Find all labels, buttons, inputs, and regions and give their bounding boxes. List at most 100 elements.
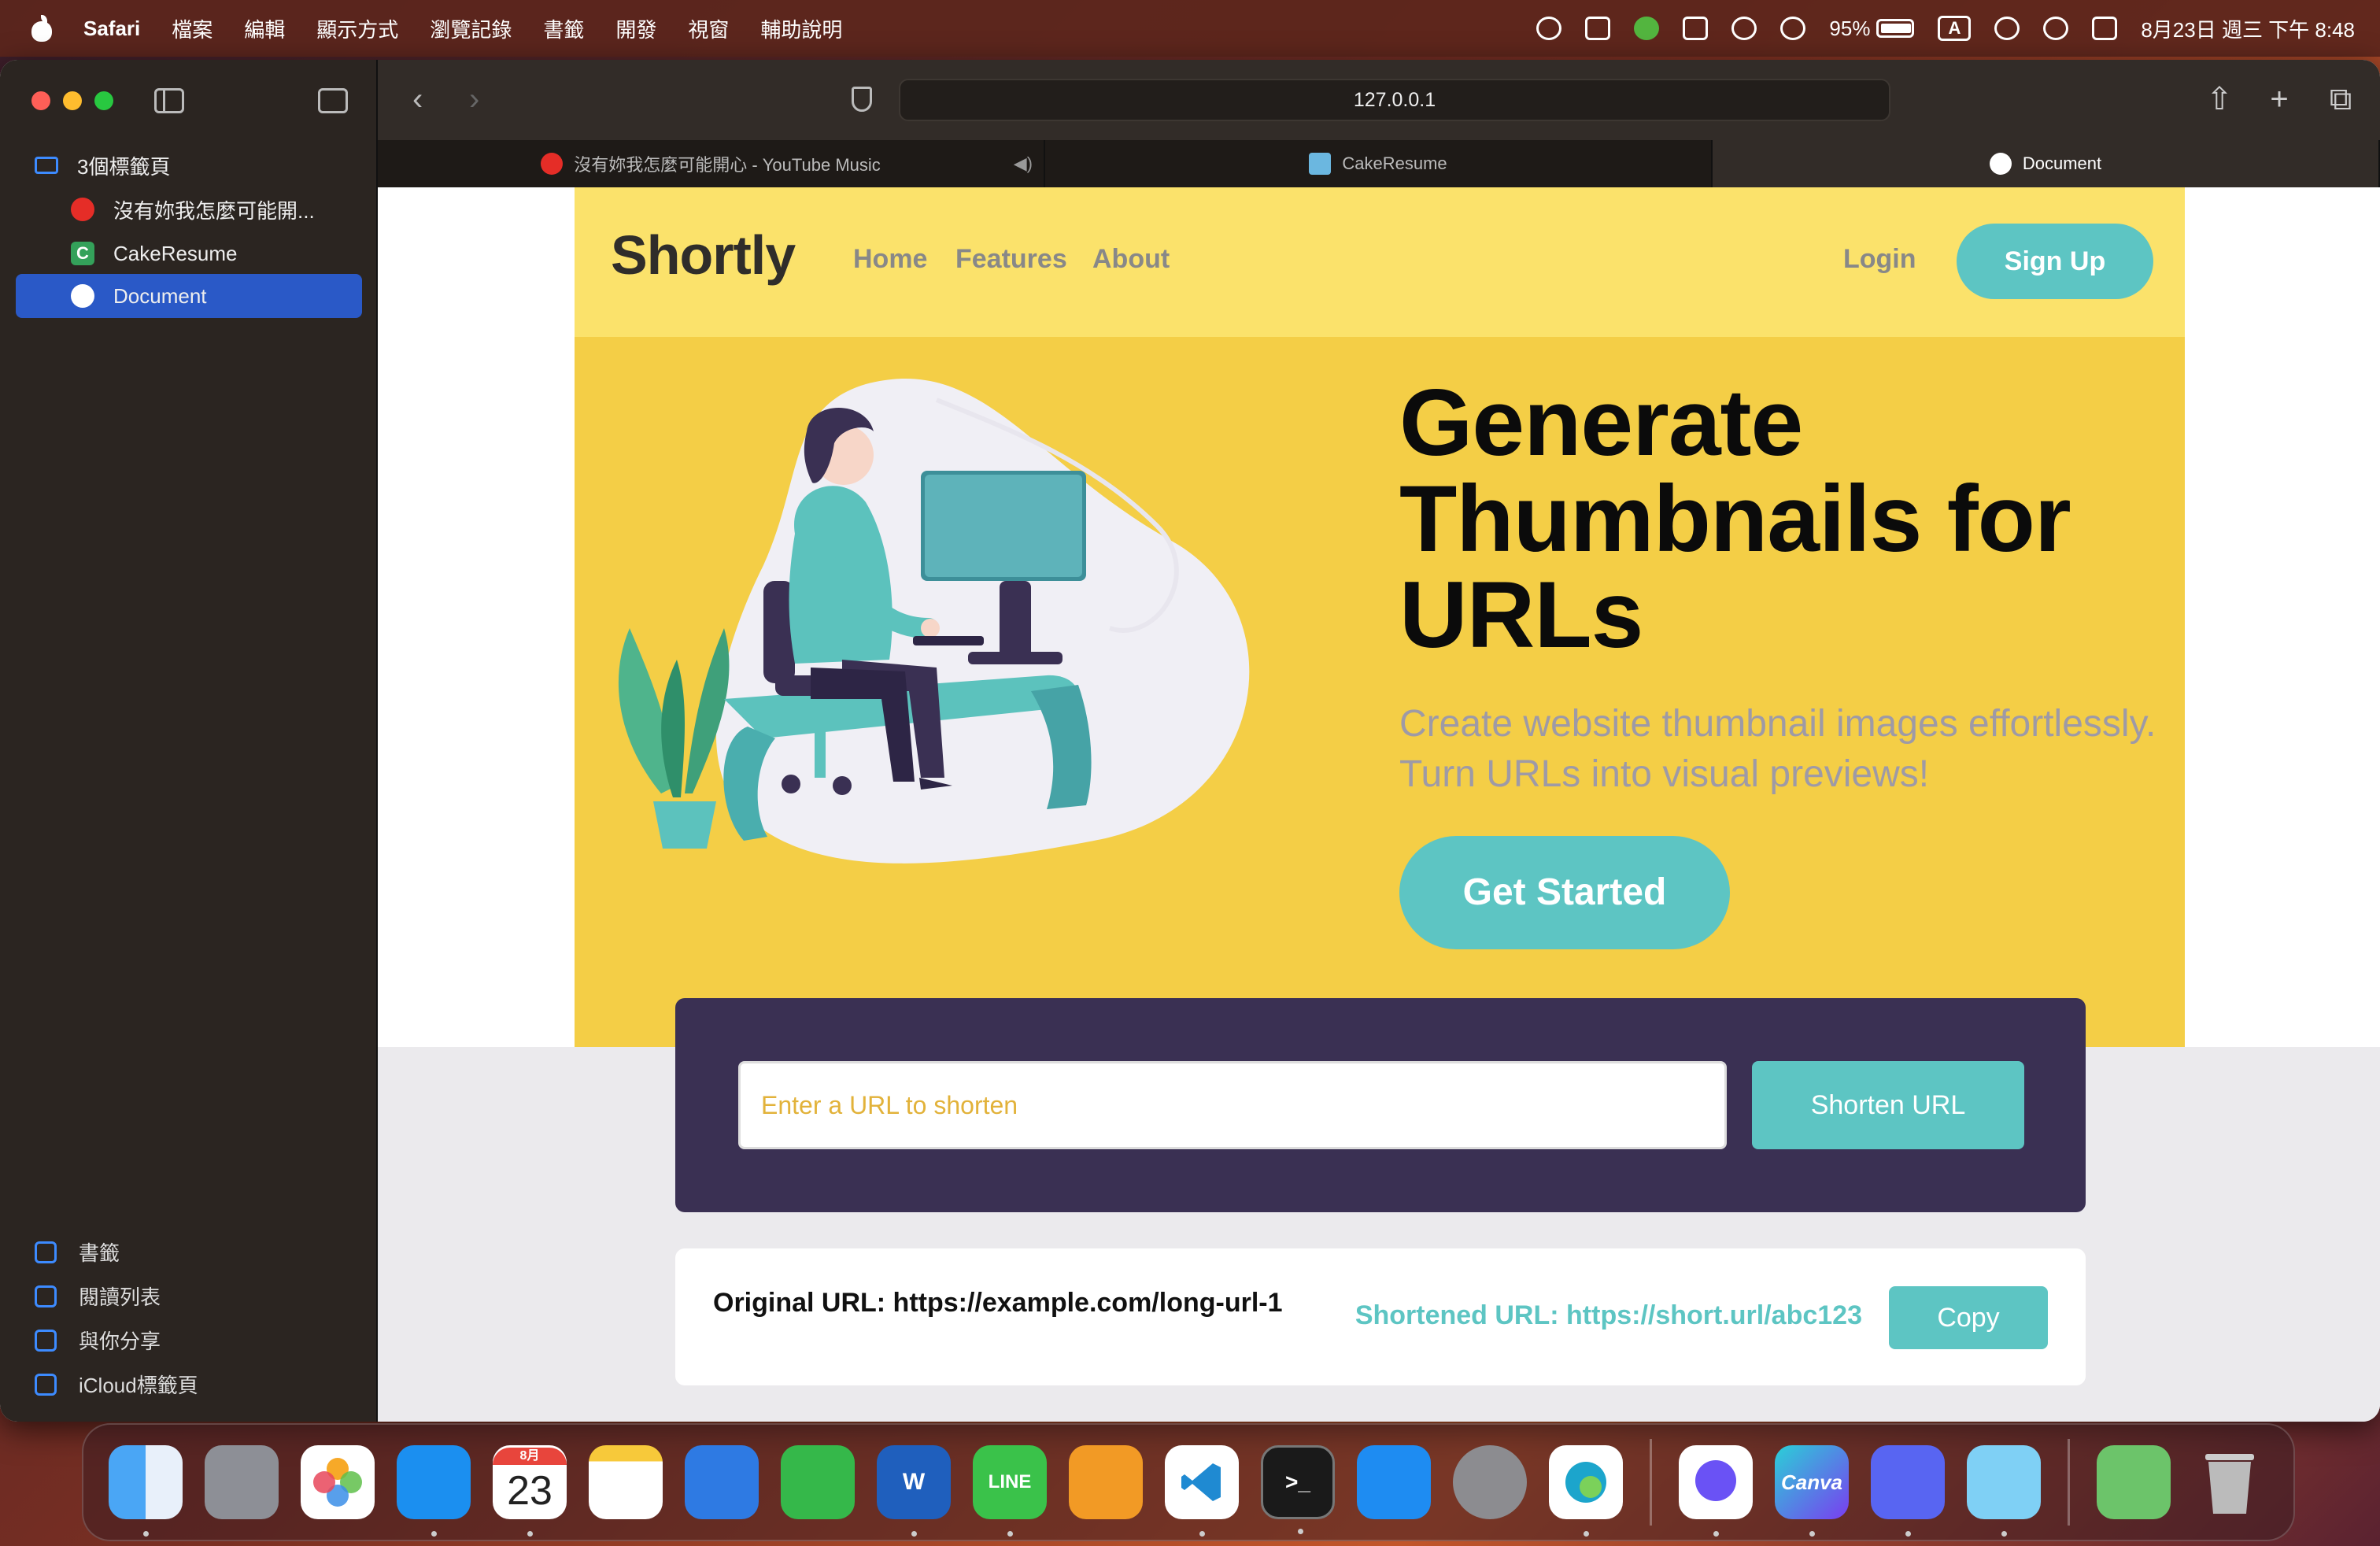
copy-button[interactable]: Copy: [1889, 1286, 2048, 1349]
notes-icon[interactable]: [589, 1445, 663, 1519]
canva-icon[interactable]: Canva: [1775, 1445, 1849, 1537]
launchpad-icon[interactable]: [205, 1445, 279, 1519]
status-app-icon[interactable]: [1536, 17, 1562, 40]
document-icon: [71, 284, 94, 308]
photos-flower-icon: [313, 1458, 362, 1507]
terminal-icon[interactable]: >_: [1261, 1445, 1335, 1534]
atom-icon[interactable]: [2097, 1445, 2171, 1519]
menu-bookmarks[interactable]: 書籤: [543, 14, 584, 43]
address-bar[interactable]: 127.0.0.1: [899, 79, 1890, 121]
shared-with-you-icon: [35, 1329, 57, 1352]
control-center-icon[interactable]: [2092, 17, 2118, 40]
shorten-url-button[interactable]: Shorten URL: [1752, 1061, 2024, 1149]
spotlight-search-icon[interactable]: [2043, 17, 2069, 40]
privacy-shield-icon[interactable]: [852, 87, 872, 112]
discord-icon[interactable]: [1871, 1445, 1945, 1537]
close-window-button[interactable]: [31, 91, 50, 110]
site-logo[interactable]: Shortly: [611, 224, 796, 287]
new-tab-group-icon[interactable]: [318, 88, 348, 113]
sidebar-tab-group[interactable]: 3個標籤頁: [16, 143, 362, 187]
sidebar-item-document[interactable]: Document: [16, 274, 362, 318]
new-tab-button[interactable]: +: [2264, 82, 2295, 117]
tab-label: CakeResume: [1342, 153, 1447, 173]
vscode-icon[interactable]: [1165, 1445, 1239, 1537]
sidebar-group-label: 3個標籤頁: [77, 154, 171, 179]
laptop-icon: [35, 157, 58, 174]
menu-file[interactable]: 檔案: [172, 14, 213, 43]
trash-icon[interactable]: [2193, 1445, 2267, 1519]
sidebar-item-cakeresume[interactable]: C CakeResume: [16, 231, 362, 276]
address-text: 127.0.0.1: [1353, 89, 1436, 111]
apple-menu-icon[interactable]: [30, 15, 54, 42]
youtube-music-icon: [71, 198, 94, 221]
shortened-url-link[interactable]: Shortened URL: https://short.url/abc123: [1355, 1300, 1862, 1331]
tab-document[interactable]: Document: [1713, 140, 2380, 187]
sidebar-icloud-tabs[interactable]: iCloud標籤頁: [35, 1370, 198, 1399]
battery-percent: 95%: [1829, 16, 1871, 40]
icloud-icon: [35, 1373, 57, 1396]
input-method-indicator[interactable]: A: [1938, 16, 1972, 41]
word-icon[interactable]: W: [877, 1445, 951, 1537]
forward-button[interactable]: ›: [469, 83, 501, 115]
system-settings-icon[interactable]: [1453, 1445, 1527, 1519]
sidebar-toggle-icon[interactable]: [154, 88, 184, 113]
menu-window[interactable]: 視窗: [688, 14, 729, 43]
tab-overview-button[interactable]: ⧉: [2325, 82, 2356, 117]
copilot-icon[interactable]: [1967, 1445, 2041, 1537]
paperclip-icon[interactable]: [1585, 17, 1611, 40]
tab-cakeresume[interactable]: CakeResume: [1045, 140, 1713, 187]
speaker-icon[interactable]: ◀): [1014, 153, 1033, 174]
line-label: LINE: [988, 1471, 1032, 1492]
login-link[interactable]: Login: [1843, 244, 1916, 275]
wifi-icon[interactable]: [1994, 17, 2020, 40]
menu-bar: Safari 檔案 編輯 顯示方式 瀏覽記錄 書籤 開發 視窗 輔助說明 95%…: [0, 0, 2380, 57]
menu-help[interactable]: 輔助說明: [760, 14, 842, 43]
sidebar-bookmarks[interactable]: 書籤: [35, 1237, 120, 1267]
nav-features[interactable]: Features: [955, 244, 1067, 275]
url-input[interactable]: [738, 1061, 1727, 1149]
back-button[interactable]: ‹: [412, 83, 444, 115]
canva-label: Canva: [1780, 1470, 1843, 1494]
airpods-icon[interactable]: [1731, 17, 1757, 40]
screen-mirror-icon[interactable]: [1683, 17, 1709, 40]
fullscreen-window-button[interactable]: [94, 91, 113, 110]
nav-home[interactable]: Home: [853, 244, 927, 275]
safari-window: 3個標籤頁 沒有妳我怎麼可能開... C CakeResume Document…: [0, 60, 2380, 1422]
pages-icon[interactable]: [1069, 1445, 1143, 1519]
app-store-icon[interactable]: [1357, 1445, 1431, 1519]
menu-app-name[interactable]: Safari: [83, 17, 140, 41]
menu-history[interactable]: 瀏覽記錄: [430, 14, 512, 43]
cakeresume-icon: C: [71, 242, 94, 265]
safari-icon[interactable]: [397, 1445, 471, 1537]
sidebar-reading-list[interactable]: 閱讀列表: [35, 1282, 161, 1311]
sidebar-shared-with-you[interactable]: 與你分享: [35, 1326, 161, 1355]
finder-icon[interactable]: [109, 1445, 183, 1537]
sidebar-item-label: CakeResume: [113, 241, 238, 265]
word-label: W: [902, 1469, 926, 1495]
tab-bar: 沒有妳我怎麼可能開心 - YouTube Music ◀) CakeResume…: [378, 140, 2380, 187]
menu-view[interactable]: 顯示方式: [316, 14, 398, 43]
dock-separator: [2068, 1439, 2070, 1526]
edge-icon[interactable]: [1549, 1445, 1623, 1537]
sidebar-icloud-label: iCloud標籤頁: [79, 1374, 198, 1397]
photos-icon[interactable]: [301, 1445, 375, 1519]
battery-status[interactable]: 95%: [1829, 16, 1915, 41]
now-playing-icon[interactable]: [1780, 17, 1806, 40]
sidebar-item-youtube-music[interactable]: 沒有妳我怎麼可能開...: [16, 187, 362, 231]
minimize-window-button[interactable]: [63, 91, 82, 110]
share-button[interactable]: ⇧: [2204, 82, 2235, 117]
menu-clock[interactable]: 8月23日 週三 下午 8:48: [2141, 14, 2355, 43]
hero-headline: Generate Thumbnails for URLs: [1399, 370, 2071, 668]
nav-about[interactable]: About: [1092, 244, 1170, 275]
keynote-icon[interactable]: [685, 1445, 759, 1519]
calendar-icon[interactable]: 8月 23: [493, 1445, 567, 1537]
menu-edit[interactable]: 編輯: [244, 14, 285, 43]
numbers-icon[interactable]: [781, 1445, 855, 1519]
signup-button[interactable]: Sign Up: [1957, 224, 2153, 299]
menu-develop[interactable]: 開發: [615, 14, 656, 43]
messenger-icon[interactable]: [1679, 1445, 1753, 1537]
line-icon[interactable]: LINE: [973, 1445, 1047, 1537]
tab-youtube-music[interactable]: 沒有妳我怎麼可能開心 - YouTube Music ◀): [378, 140, 1045, 187]
get-started-button[interactable]: Get Started: [1399, 836, 1730, 949]
line-status-icon[interactable]: [1634, 17, 1660, 40]
